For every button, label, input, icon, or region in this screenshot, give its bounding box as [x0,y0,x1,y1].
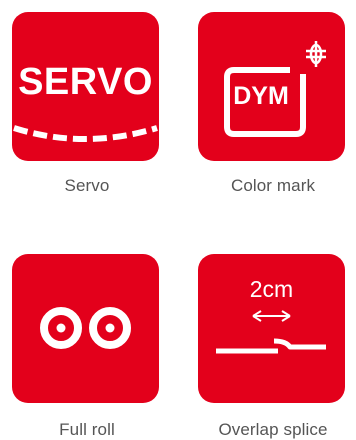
overlap-splice-icon [216,310,326,354]
color-mark-label: DYM [233,82,289,110]
full-roll-tile[interactable] [12,254,159,403]
servo-tile[interactable]: SERVO [12,12,159,161]
color-mark-tile[interactable]: DYM [198,12,345,161]
overlap-splice-caption: Overlap splice [218,420,328,439]
full-roll-icon [40,307,131,349]
color-mark-caption: Color mark [230,176,316,195]
overlap-splice-tile[interactable]: 2cm [198,254,345,403]
servo-dashed-curve-icon [13,125,158,142]
full-roll-caption: Full roll [59,420,115,439]
servo-caption: Servo [64,176,110,195]
